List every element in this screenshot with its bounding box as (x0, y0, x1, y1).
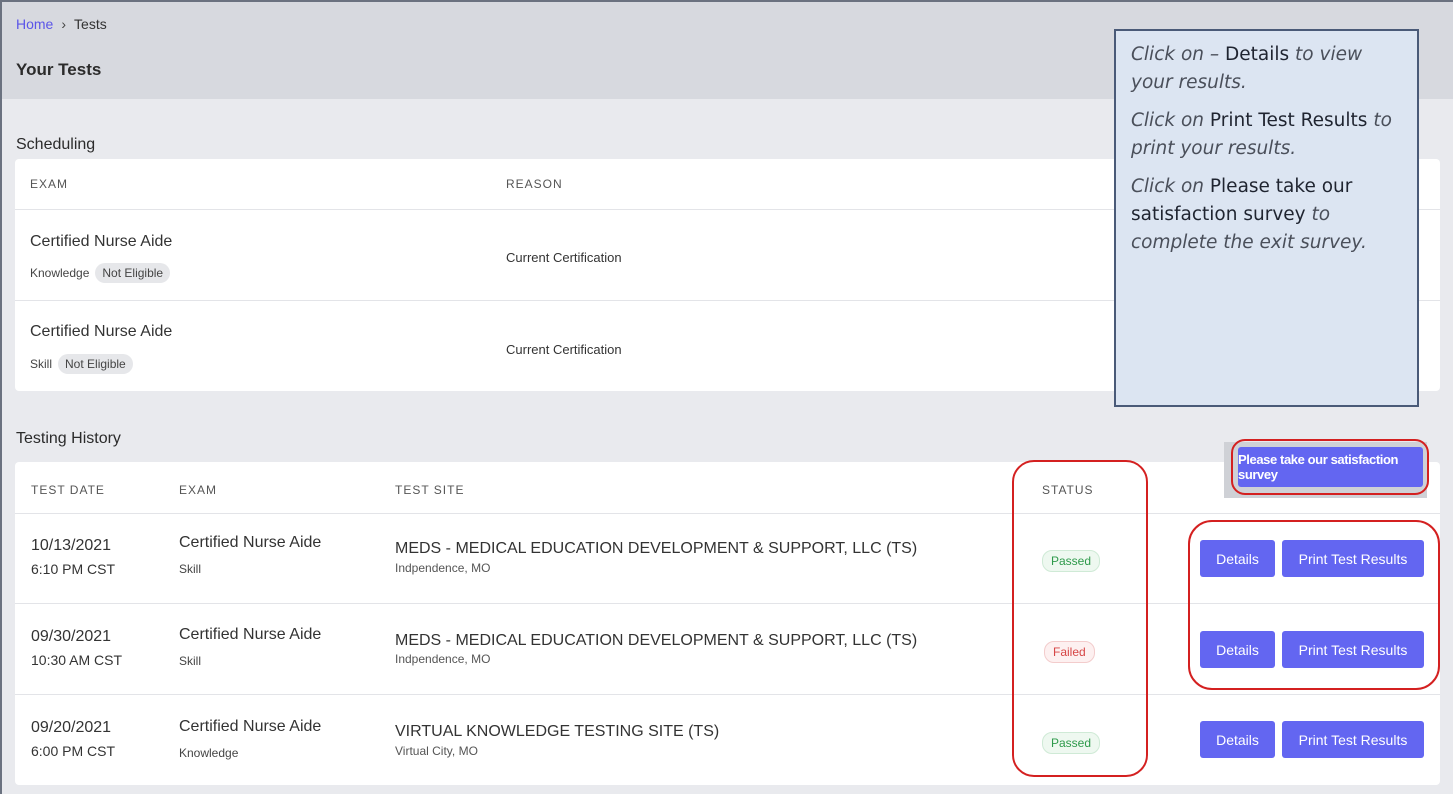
page-frame: Home › Tests Your Tests Scheduling EXAM … (0, 0, 1453, 794)
test-site-city: Indpendence, MO (395, 652, 491, 666)
column-header-test-site: TEST SITE (395, 483, 465, 497)
print-test-results-button[interactable]: Print Test Results (1282, 721, 1424, 758)
exam-name: Certified Nurse Aide (30, 233, 173, 250)
test-site-name: MEDS - MEDICAL EDUCATION DEVELOPMENT & S… (395, 632, 918, 649)
survey-button-highlight (1231, 439, 1429, 495)
exam-type: Skill (179, 562, 202, 576)
reason-text: Current Certification (506, 342, 622, 357)
page-title: Your Tests (16, 60, 102, 79)
exam-type-label: Skill (30, 357, 53, 371)
exam-name: Certified Nurse Aide (30, 323, 173, 340)
exam-type: Knowledge Not Eligible (30, 263, 171, 283)
chevron-right-icon: › (61, 16, 67, 32)
test-site-name: MEDS - MEDICAL EDUCATION DEVELOPMENT & S… (395, 540, 918, 557)
breadcrumb: Home › Tests (16, 16, 107, 32)
exam-type: Knowledge (179, 746, 239, 760)
exam-name: Certified Nurse Aide (179, 534, 322, 551)
test-date: 10/13/2021 (31, 537, 112, 554)
breadcrumb-home-link[interactable]: Home (16, 16, 53, 32)
test-time: 10:30 AM CST (31, 652, 123, 668)
test-site-city: Indpendence, MO (395, 561, 491, 575)
test-site-name: VIRTUAL KNOWLEDGE TESTING SITE (TS) (395, 723, 720, 740)
instruction-callout: Click on – Details to view your results.… (1114, 29, 1419, 407)
column-header-test-date: TEST DATE (31, 483, 105, 497)
column-header-reason: REASON (506, 177, 563, 191)
details-button[interactable]: Details (1200, 721, 1275, 758)
test-date: 09/20/2021 (31, 719, 112, 736)
exam-type: Skill Not Eligible (30, 354, 133, 374)
divider (15, 694, 1440, 695)
column-header-exam: EXAM (179, 483, 218, 497)
test-time: 6:10 PM CST (31, 561, 116, 577)
eligibility-badge: Not Eligible (58, 354, 133, 374)
test-site-city: Virtual City, MO (395, 744, 478, 758)
column-header-exam: EXAM (30, 177, 69, 191)
action-buttons-highlight (1188, 520, 1440, 690)
exam-name: Certified Nurse Aide (179, 626, 322, 643)
divider (15, 513, 1440, 514)
exam-type-label: Knowledge (30, 266, 90, 280)
reason-text: Current Certification (506, 250, 622, 265)
testing-history-title: Testing History (16, 430, 121, 447)
scheduling-title: Scheduling (16, 136, 96, 153)
callout-details-instruction: Click on – Details to view your results. (1131, 44, 1363, 93)
callout-print-instruction: Click on Print Test Results to print you… (1131, 110, 1392, 159)
exam-name: Certified Nurse Aide (179, 718, 322, 735)
status-column-highlight (1012, 460, 1148, 777)
eligibility-badge: Not Eligible (95, 263, 171, 283)
test-time: 6:00 PM CST (31, 743, 116, 759)
exam-type: Skill (179, 654, 202, 668)
callout-survey-instruction: Click on Please take our satisfaction su… (1131, 176, 1367, 253)
test-date: 09/30/2021 (31, 628, 112, 645)
breadcrumb-current: Tests (74, 16, 107, 32)
